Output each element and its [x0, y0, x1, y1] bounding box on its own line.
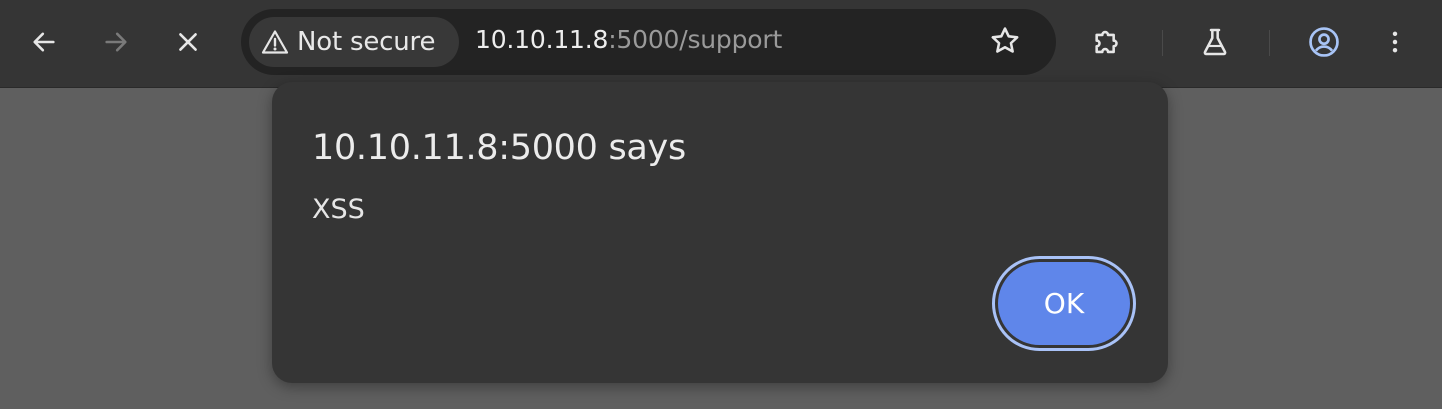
security-label: Not secure	[297, 27, 436, 57]
close-icon	[179, 33, 197, 51]
browser-toolbar: Not secure 10.10.11.8:5000/support	[0, 0, 1442, 88]
url-host: 10.10.11.8	[475, 25, 609, 54]
extensions-button[interactable]	[1086, 20, 1130, 64]
star-icon	[991, 27, 1019, 53]
ok-focus-ring: OK	[992, 256, 1136, 351]
arrow-right-icon	[105, 32, 127, 52]
warning-triangle-icon	[261, 30, 289, 54]
address-bar[interactable]: Not secure 10.10.11.8:5000/support	[241, 9, 1056, 75]
site-security-chip[interactable]: Not secure	[249, 17, 459, 67]
url-path: :5000/support	[608, 25, 783, 54]
dialog-message: XSS	[312, 194, 365, 225]
stop-loading-button[interactable]	[166, 20, 210, 64]
browser-menu-button[interactable]	[1373, 20, 1417, 64]
toolbar-divider	[1269, 30, 1270, 56]
bookmark-button[interactable]	[988, 24, 1022, 62]
url-text[interactable]: 10.10.11.8:5000/support	[475, 25, 782, 54]
profile-button[interactable]	[1302, 20, 1346, 64]
arrow-left-icon	[33, 32, 55, 52]
dialog-title: 10.10.11.8:5000 says	[312, 128, 686, 168]
puzzle-icon	[1095, 30, 1118, 54]
account-circle-icon	[1309, 27, 1339, 57]
flask-icon	[1203, 28, 1227, 56]
kebab-menu-icon	[1392, 31, 1398, 53]
ok-button[interactable]: OK	[998, 262, 1130, 345]
javascript-alert-dialog: 10.10.11.8:5000 says XSS OK	[272, 82, 1168, 383]
back-button[interactable]	[22, 20, 66, 64]
forward-button[interactable]	[94, 20, 138, 64]
labs-button[interactable]	[1193, 20, 1237, 64]
toolbar-divider	[1162, 30, 1163, 56]
